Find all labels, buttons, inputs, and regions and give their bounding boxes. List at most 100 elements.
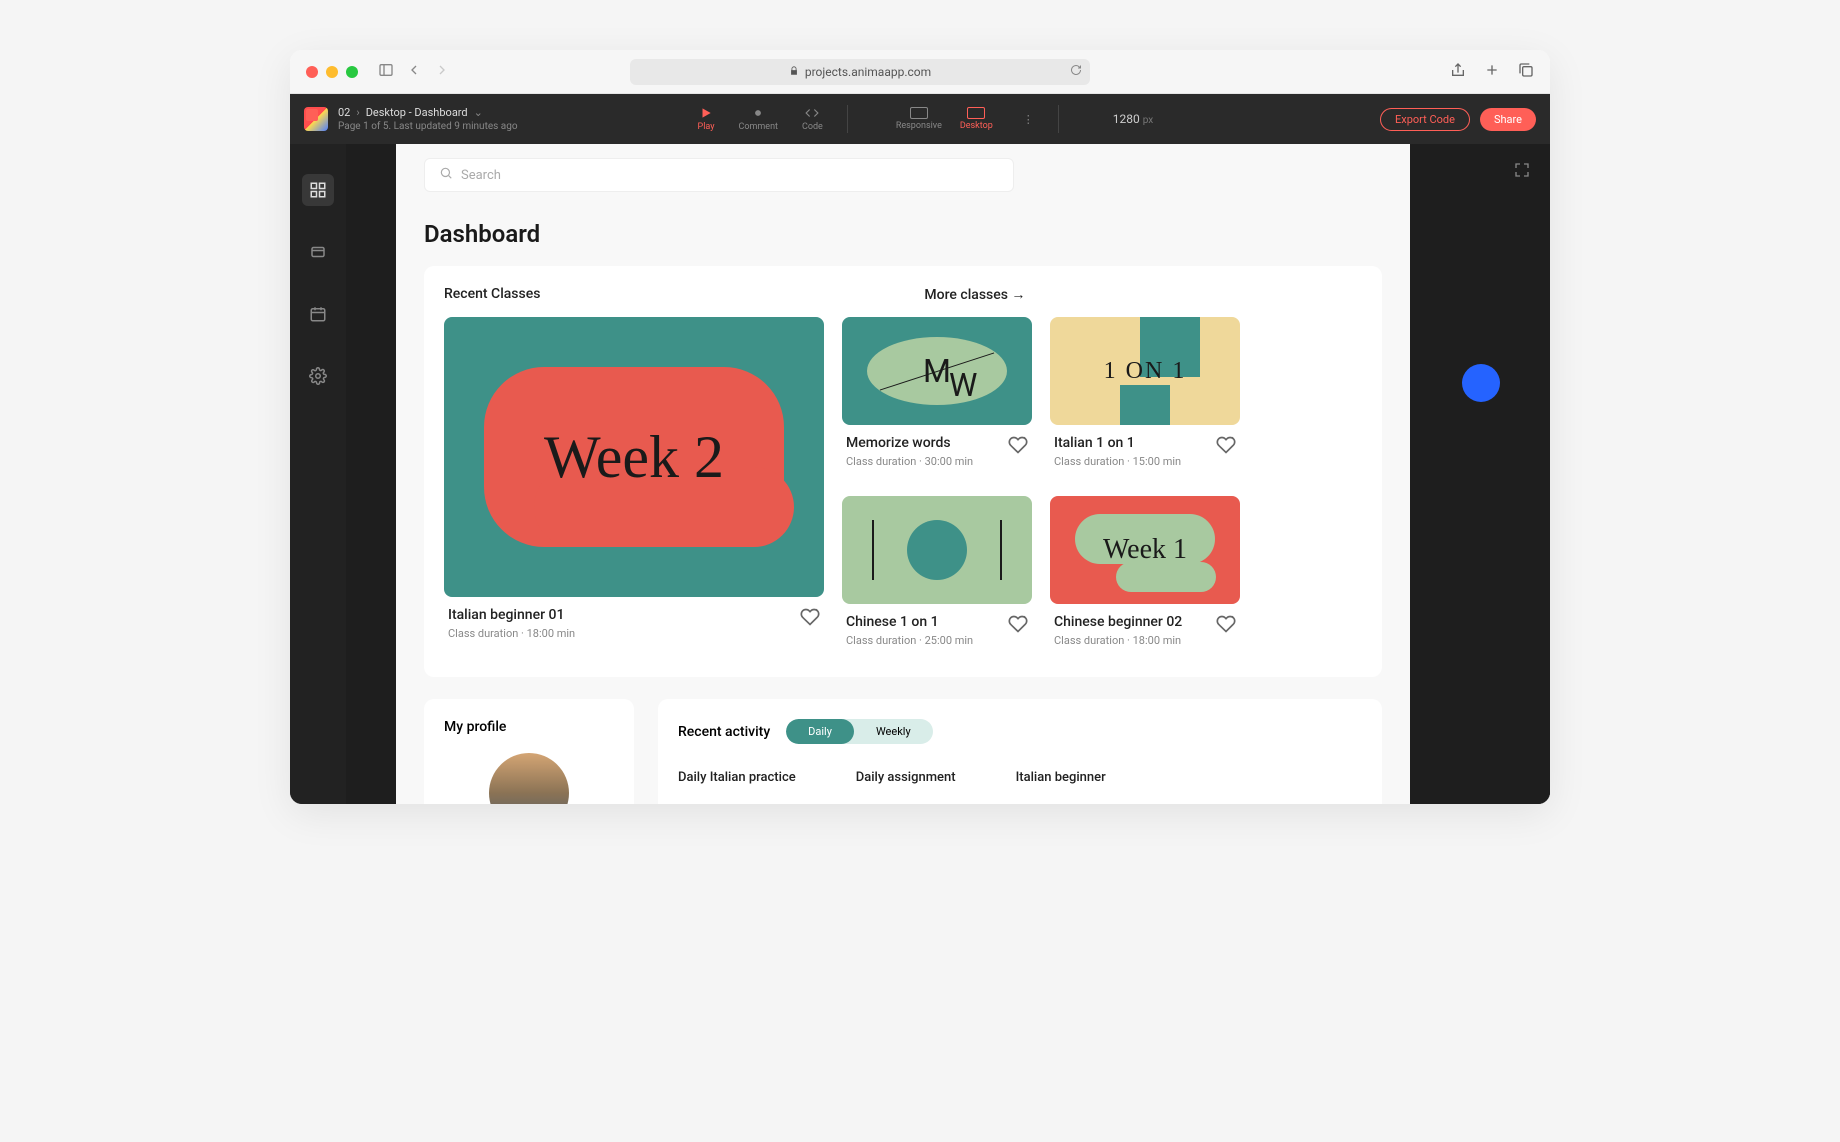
traffic-lights (306, 66, 358, 78)
thumb-text: Week 1 (1103, 534, 1187, 566)
desktop-icon (967, 107, 985, 119)
featured-thumb: Week 2 (444, 317, 824, 597)
minimize-window-icon[interactable] (326, 66, 338, 78)
classes-panel: Recent Classes More classes → Week 2 It (424, 266, 1382, 677)
profile-title: My profile (444, 719, 614, 735)
favorite-button[interactable] (1216, 614, 1236, 638)
toggle-weekly[interactable]: Weekly (854, 719, 933, 744)
lock-icon (789, 65, 799, 79)
rail-layers[interactable] (302, 236, 334, 268)
sidebar-toggle-icon[interactable] (378, 62, 394, 82)
class-thumb: Week 1 (1050, 496, 1240, 604)
more-viewports-icon[interactable]: ⋮ (1023, 113, 1034, 126)
canvas-width: 1280 px (1113, 112, 1153, 126)
breadcrumb-page: Desktop - Dashboard (366, 106, 468, 119)
right-gutter (1410, 144, 1550, 804)
class-subtitle: Class duration · 25:00 min (846, 634, 1028, 647)
new-tab-icon[interactable] (1484, 62, 1500, 82)
browser-chrome: projects.animaapp.com (290, 50, 1550, 94)
divider (847, 105, 848, 133)
desktop-label: Desktop (960, 121, 993, 131)
viewport-desktop[interactable]: Desktop (960, 107, 993, 131)
class-thumb (842, 496, 1032, 604)
favorite-button[interactable] (1008, 614, 1028, 638)
width-value: 1280 (1113, 112, 1140, 126)
rail-settings[interactable] (302, 360, 334, 392)
thumb-text: W (949, 366, 977, 404)
class-card[interactable]: Chinese 1 on 1 Class duration · 25:00 mi… (842, 496, 1032, 657)
export-code-button[interactable]: Export Code (1380, 108, 1470, 131)
toggle-daily[interactable]: Daily (786, 719, 854, 744)
responsive-icon (910, 107, 928, 119)
featured-thumb-text: Week 2 (544, 423, 724, 492)
tabs-icon[interactable] (1518, 62, 1534, 82)
search-icon (439, 166, 453, 184)
search-input[interactable]: Search (424, 158, 1014, 192)
activity-panel: Recent activity Daily Weekly Daily Itali… (658, 699, 1382, 804)
back-icon[interactable] (406, 62, 422, 82)
close-window-icon[interactable] (306, 66, 318, 78)
play-icon (699, 106, 713, 120)
recent-classes-label: Recent Classes (444, 286, 540, 303)
more-classes-link[interactable]: More classes → (924, 286, 1025, 303)
comment-tool[interactable]: Comment (739, 106, 778, 132)
chevron-right-icon: › (356, 106, 359, 119)
comment-icon (751, 106, 765, 120)
featured-title: Italian beginner 01 (448, 607, 820, 623)
class-title: Italian 1 on 1 (1054, 435, 1236, 451)
class-thumb: MW (842, 317, 1032, 425)
left-rail (290, 144, 346, 804)
favorite-button[interactable] (800, 607, 820, 631)
left-gutter (346, 144, 396, 804)
address-bar[interactable]: projects.animaapp.com (630, 59, 1090, 85)
class-title: Chinese beginner 02 (1054, 614, 1236, 630)
fullscreen-icon[interactable] (1514, 162, 1530, 182)
code-tool[interactable]: Code (802, 106, 823, 132)
thumb-text: 1 ON 1 (1104, 358, 1187, 385)
favorite-button[interactable] (1008, 435, 1028, 459)
share-icon[interactable] (1450, 62, 1466, 82)
canvas: Search Dashboard Recent Classes More cla… (396, 144, 1410, 804)
share-button[interactable]: Share (1480, 108, 1536, 131)
class-subtitle: Class duration · 30:00 min (846, 455, 1028, 468)
cursor-indicator-icon (1462, 364, 1500, 402)
class-thumb: 1 ON 1 (1050, 317, 1240, 425)
page-status: Page 1 of 5. Last updated 9 minutes ago (338, 121, 518, 132)
app-header: 02 › Desktop - Dashboard ⌄ Page 1 of 5. … (290, 94, 1550, 144)
thumb-text: M (923, 352, 951, 390)
activity-col: Daily Italian practice (678, 770, 796, 785)
class-subtitle: Class duration · 15:00 min (1054, 455, 1236, 468)
viewport-responsive[interactable]: Responsive (896, 107, 942, 131)
activity-title: Recent activity (678, 724, 770, 740)
responsive-label: Responsive (896, 121, 942, 131)
activity-col: Daily assignment (856, 770, 956, 785)
breadcrumb[interactable]: 02 › Desktop - Dashboard ⌄ (338, 106, 518, 119)
breadcrumb-project: 02 (338, 106, 350, 119)
anima-logo-icon[interactable] (304, 107, 328, 131)
page-title: Dashboard (424, 220, 1382, 248)
class-title: Chinese 1 on 1 (846, 614, 1028, 630)
reload-icon[interactable] (1070, 64, 1082, 79)
class-title: Memorize words (846, 435, 1028, 451)
code-label: Code (802, 122, 823, 132)
rail-calendar[interactable] (302, 298, 334, 330)
app-body: Search Dashboard Recent Classes More cla… (290, 144, 1550, 804)
browser-window: projects.animaapp.com 02 › Desktop - Das… (290, 50, 1550, 804)
activity-col: Italian beginner (1016, 770, 1106, 785)
code-icon (805, 106, 819, 120)
favorite-button[interactable] (1216, 435, 1236, 459)
avatar[interactable] (489, 753, 569, 804)
class-card[interactable]: Week 1 Chinese beginner 02 Class duratio… (1050, 496, 1240, 657)
play-tool[interactable]: Play (698, 106, 715, 132)
class-card[interactable]: 1 ON 1 Italian 1 on 1 Class duration · 1… (1050, 317, 1240, 478)
play-label: Play (698, 122, 715, 132)
maximize-window-icon[interactable] (346, 66, 358, 78)
forward-icon[interactable] (434, 62, 450, 82)
chevron-down-icon[interactable]: ⌄ (474, 106, 483, 119)
comment-label: Comment (739, 122, 778, 132)
search-placeholder: Search (461, 168, 501, 183)
width-unit: px (1143, 115, 1154, 126)
featured-class-card[interactable]: Week 2 Italian beginner 01 Class duratio… (444, 317, 824, 657)
class-card[interactable]: MW Memorize words Class duration · 30:00… (842, 317, 1032, 478)
rail-grid[interactable] (302, 174, 334, 206)
